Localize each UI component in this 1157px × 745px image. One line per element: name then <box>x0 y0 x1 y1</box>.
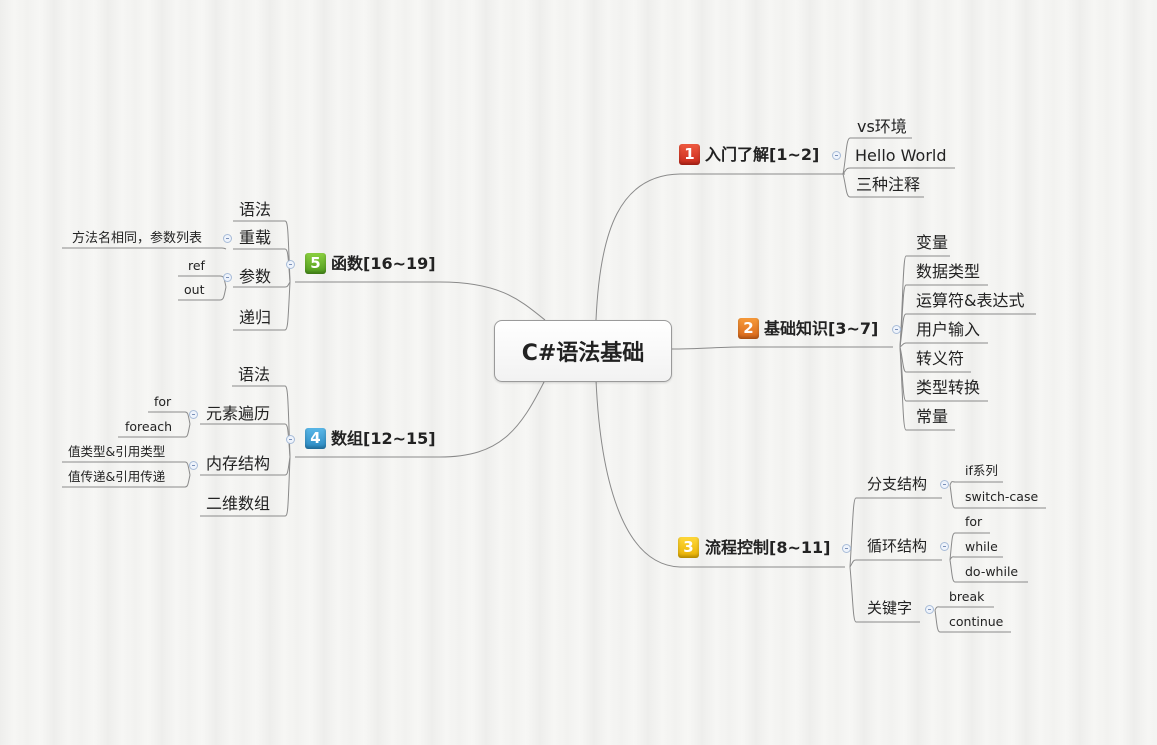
topic-loop-structure[interactable]: 循环结构 <box>867 539 927 554</box>
topic-hello-world[interactable]: Hello World <box>855 148 947 164</box>
topic-memory-structure[interactable]: 内存结构 <box>206 456 270 472</box>
collapse-toggle-icon[interactable] <box>223 273 232 282</box>
topic-switch-case[interactable]: switch-case <box>965 490 1038 504</box>
topic-overload-desc[interactable]: 方法名相同，参数列表 <box>72 232 202 245</box>
topic-escape[interactable]: 转义符 <box>916 351 964 367</box>
topic-break[interactable]: break <box>949 590 984 604</box>
root-topic[interactable]: C#语法基础 <box>494 320 672 382</box>
collapse-toggle-icon[interactable] <box>189 461 198 470</box>
priority-1-icon: 1 <box>679 144 700 165</box>
topic-user-input[interactable]: 用户输入 <box>916 322 980 338</box>
topic-value-ref-pass[interactable]: 值传递&引用传递 <box>68 470 165 484</box>
topic-constant[interactable]: 常量 <box>916 409 948 425</box>
topic-branch-structure[interactable]: 分支结构 <box>867 477 927 492</box>
topic-keywords[interactable]: 关键字 <box>867 601 912 616</box>
topic-array-for[interactable]: for <box>154 395 171 409</box>
topic-continue[interactable]: continue <box>949 615 1003 629</box>
topic-function-syntax[interactable]: 语法 <box>239 202 271 218</box>
topic-out[interactable]: out <box>184 283 204 297</box>
topic-recursion[interactable]: 递归 <box>239 310 271 326</box>
topic-vs-env[interactable]: vs环境 <box>857 119 907 135</box>
topic-ref[interactable]: ref <box>188 259 205 273</box>
topic-array-syntax[interactable]: 语法 <box>238 367 270 383</box>
branch-intro[interactable]: 入门了解[1~2] <box>705 147 819 163</box>
topic-do-while[interactable]: do-while <box>965 565 1018 579</box>
collapse-toggle-icon[interactable] <box>286 260 295 269</box>
collapse-toggle-icon[interactable] <box>892 325 901 334</box>
topic-type-conversion[interactable]: 类型转换 <box>916 380 980 396</box>
topic-variable[interactable]: 变量 <box>916 235 948 251</box>
topic-if[interactable]: if系列 <box>965 464 998 478</box>
priority-4-icon: 4 <box>305 428 326 449</box>
collapse-toggle-icon[interactable] <box>286 435 295 444</box>
branch-basics[interactable]: 基础知识[3~7] <box>764 321 878 337</box>
collapse-toggle-icon[interactable] <box>223 234 232 243</box>
collapse-toggle-icon[interactable] <box>832 151 841 160</box>
collapse-toggle-icon[interactable] <box>842 544 851 553</box>
topic-value-ref-type[interactable]: 值类型&引用类型 <box>68 445 165 459</box>
topic-while[interactable]: while <box>965 540 998 554</box>
branch-array[interactable]: 数组[12~15] <box>331 431 436 447</box>
topic-2d-array[interactable]: 二维数组 <box>206 496 270 512</box>
topic-foreach[interactable]: foreach <box>125 420 172 434</box>
topic-data-type[interactable]: 数据类型 <box>916 264 980 280</box>
priority-5-icon: 5 <box>305 253 326 274</box>
topic-comments[interactable]: 三种注释 <box>856 177 920 193</box>
topic-element-traversal[interactable]: 元素遍历 <box>206 406 270 422</box>
topic-for[interactable]: for <box>965 515 982 529</box>
collapse-toggle-icon[interactable] <box>925 605 934 614</box>
topic-parameters[interactable]: 参数 <box>239 269 271 285</box>
collapse-toggle-icon[interactable] <box>940 480 949 489</box>
priority-2-icon: 2 <box>738 318 759 339</box>
priority-3-icon: 3 <box>678 537 699 558</box>
topic-operators[interactable]: 运算符&表达式 <box>916 293 1024 309</box>
collapse-toggle-icon[interactable] <box>940 542 949 551</box>
branch-flow-control[interactable]: 流程控制[8~11] <box>705 540 830 556</box>
topic-overload[interactable]: 重载 <box>239 230 271 246</box>
branch-function[interactable]: 函数[16~19] <box>331 256 436 272</box>
collapse-toggle-icon[interactable] <box>189 410 198 419</box>
